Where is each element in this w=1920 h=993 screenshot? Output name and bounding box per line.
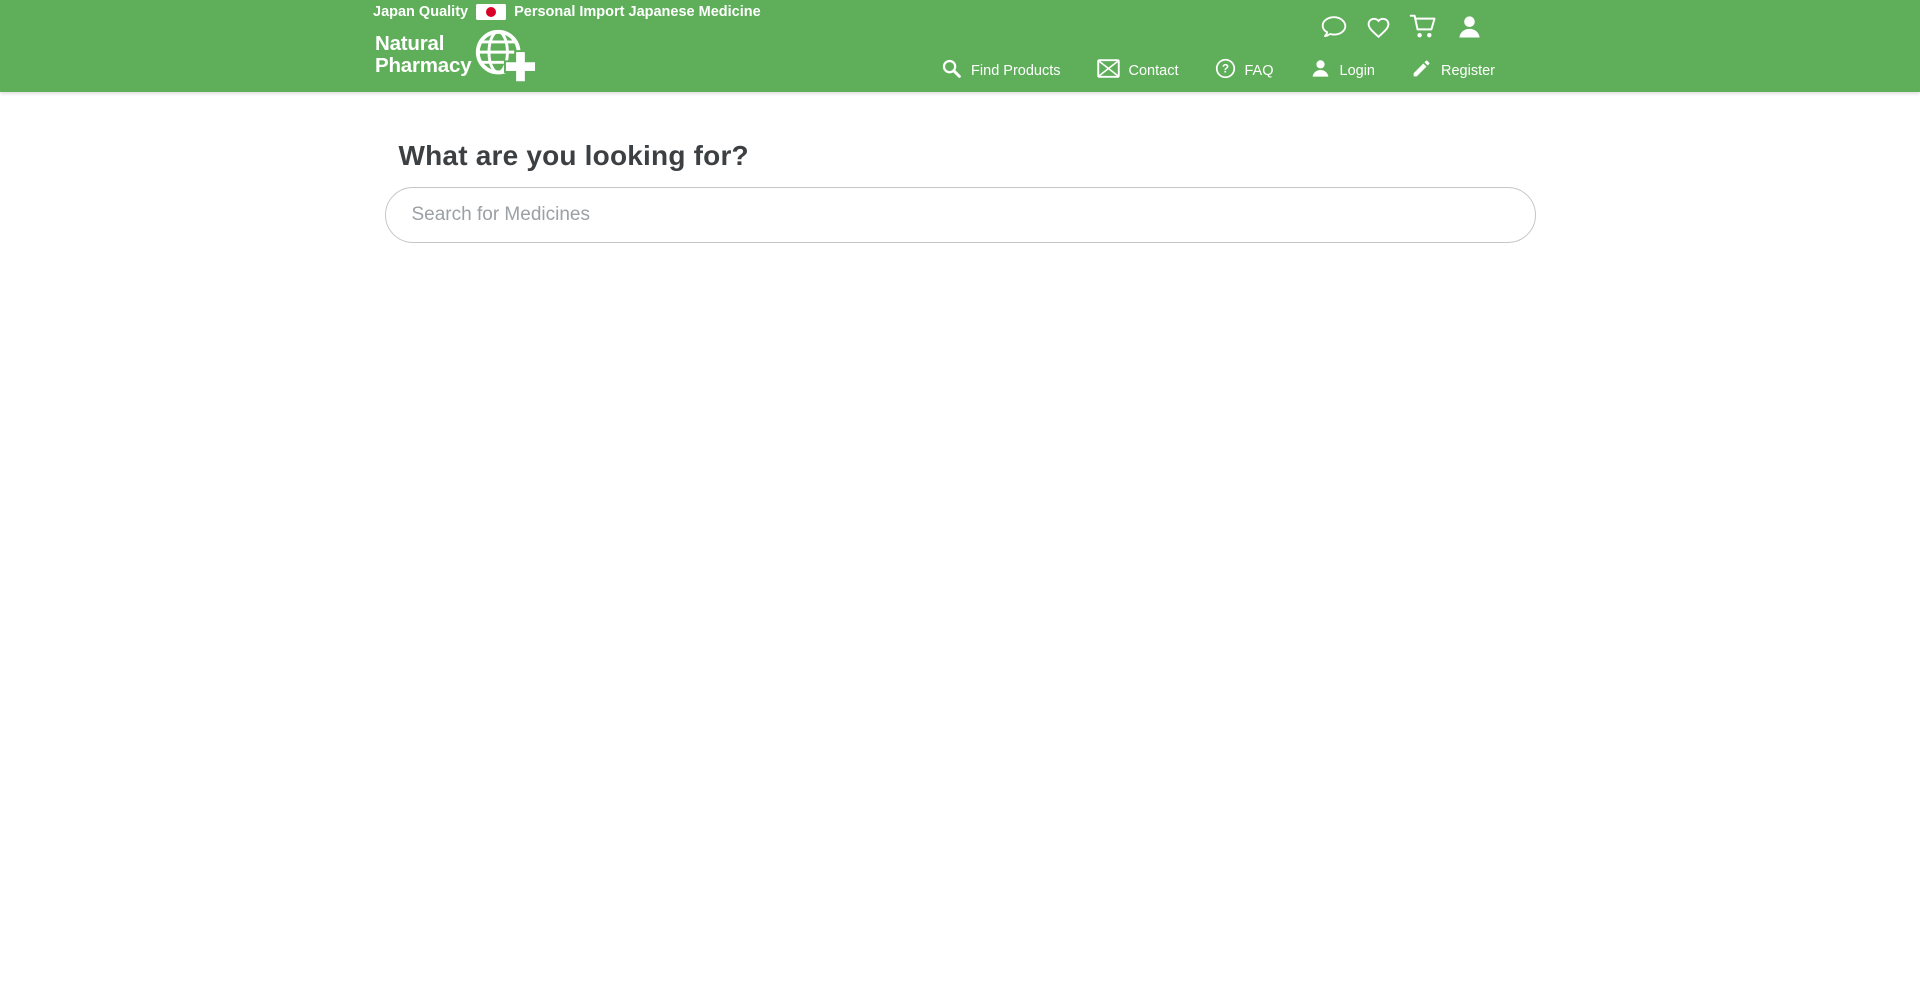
header-inner: Japan Quality Personal Import Japanese M… (385, 0, 1535, 92)
main-content: What are you looking for? (385, 140, 1536, 243)
search-input[interactable] (385, 187, 1536, 243)
logo-text: Natural Pharmacy (375, 33, 471, 77)
header-tagline: Japan Quality Personal Import Japanese M… (373, 4, 761, 20)
nav-label: Login (1340, 63, 1375, 79)
question-icon: ? (1215, 58, 1236, 83)
cart-icon (1409, 13, 1439, 45)
nav-label: Register (1441, 63, 1495, 79)
chat-button[interactable] (1320, 14, 1348, 45)
search-icon (941, 58, 962, 83)
globe-cross-icon (472, 27, 536, 90)
logo-line1: Natural (375, 32, 444, 55)
account-button[interactable] (1456, 14, 1483, 45)
utility-icons (1320, 13, 1483, 45)
tagline-prefix: Japan Quality (373, 4, 468, 20)
chat-icon (1320, 14, 1348, 45)
wishlist-button[interactable] (1365, 14, 1392, 45)
cart-button[interactable] (1409, 13, 1439, 45)
user-icon (1310, 58, 1331, 83)
nav-label: Contact (1129, 63, 1179, 79)
page-heading: What are you looking for? (399, 140, 1536, 172)
mail-icon (1097, 59, 1120, 82)
nav-login[interactable]: Login (1310, 58, 1375, 83)
logo[interactable]: Natural Pharmacy (375, 29, 536, 90)
japan-flag-icon (476, 4, 506, 20)
nav-label: FAQ (1245, 63, 1274, 79)
heart-icon (1365, 14, 1392, 45)
tagline-suffix: Personal Import Japanese Medicine (514, 4, 761, 20)
nav-register[interactable]: Register (1411, 58, 1495, 83)
nav-find-products[interactable]: Find Products (941, 58, 1060, 83)
pencil-icon (1411, 58, 1432, 83)
svg-text:?: ? (1221, 62, 1228, 76)
nav-contact[interactable]: Contact (1097, 59, 1179, 82)
site-header: Japan Quality Personal Import Japanese M… (0, 0, 1920, 92)
nav-faq[interactable]: ? FAQ (1215, 58, 1274, 83)
account-icon (1456, 14, 1483, 45)
logo-line2: Pharmacy (375, 54, 471, 77)
main-nav: Find Products Contact ? F (941, 58, 1495, 83)
nav-label: Find Products (971, 63, 1060, 79)
